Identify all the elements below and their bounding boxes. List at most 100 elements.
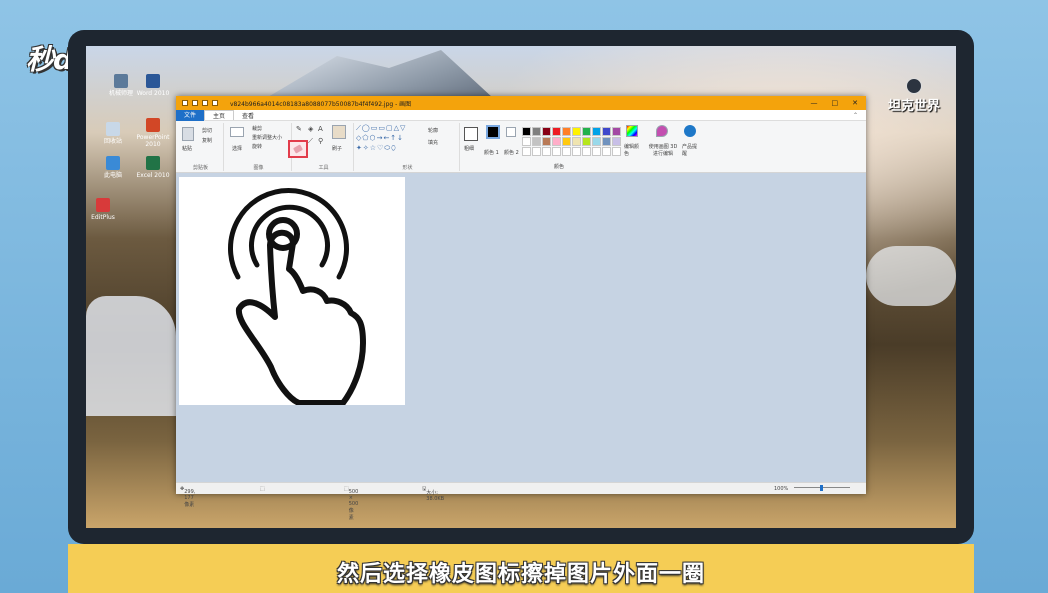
palette-swatch[interactable] [582, 127, 591, 136]
color1-swatch[interactable] [486, 125, 500, 139]
paint-window: v824b966a4014c08183a8088077b50087b4f4f49… [176, 96, 867, 521]
brushes-button[interactable]: 刷子 [332, 145, 342, 152]
color2-button[interactable]: 颜色 2 [504, 149, 519, 156]
menu-file[interactable]: 文件 [176, 109, 205, 121]
group-shapes: ⟋◯▭▭▢△▽ ◇⬠⬡→←↑↓ ✦✧☆♡⬭⬯ 轮廓 填充 形状 [356, 123, 460, 171]
shapes-gallery-row2[interactable]: ◇⬠⬡→←↑↓ [356, 134, 404, 142]
file-size: 🖫 大小: 38.0KB [422, 486, 445, 502]
paste-icon[interactable] [182, 127, 194, 141]
palette-swatch[interactable] [582, 137, 591, 146]
fill-button[interactable]: 填充 [428, 139, 438, 146]
editplus-icon [96, 198, 110, 212]
cut-button[interactable]: 剪切 [202, 127, 212, 134]
shapes-gallery-row3[interactable]: ✦✧☆♡⬭⬯ [356, 144, 397, 153]
minimize-button[interactable]: — [811, 99, 818, 107]
palette-swatch[interactable] [612, 127, 621, 136]
palette-swatch[interactable] [572, 127, 581, 136]
palette-swatch[interactable] [542, 147, 551, 156]
powerpoint-icon [146, 118, 160, 132]
palette-swatch[interactable] [522, 137, 531, 146]
color1-button[interactable]: 颜色 1 [484, 149, 499, 156]
paint3d-button[interactable]: 使用画图 3D 进行编辑 [646, 143, 680, 157]
fill-icon[interactable]: ◈ [308, 125, 313, 133]
paint3d-icon[interactable] [656, 125, 668, 137]
palette-swatch[interactable] [562, 137, 571, 146]
pencil-icon[interactable]: ✎ [296, 125, 302, 133]
palette-swatch[interactable] [562, 127, 571, 136]
palette-swatch[interactable] [572, 137, 581, 146]
close-button[interactable]: ✕ [852, 99, 858, 107]
palette-swatch[interactable] [612, 147, 621, 156]
palette-swatch[interactable] [562, 147, 571, 156]
cursor-position: ✥ 299, 177像素 [180, 486, 196, 508]
palette-swatch[interactable] [552, 127, 561, 136]
status-bar: ✥ 299, 177像素 ⬚ ⬚ 500 × 500像素 🖫 大小: 38.0K… [176, 482, 866, 521]
color-palette[interactable] [522, 127, 621, 156]
line-size-icon[interactable] [464, 127, 478, 141]
desktop-icon-editplus[interactable]: EditPlus [86, 198, 128, 221]
edit-colors-button[interactable]: 编辑颜色 [624, 143, 640, 157]
palette-swatch[interactable] [552, 147, 561, 156]
maximize-button[interactable]: □ [832, 99, 839, 107]
redo-icon[interactable] [212, 100, 218, 106]
palette-swatch[interactable] [592, 147, 601, 156]
paste-button[interactable]: 粘贴 [182, 145, 192, 152]
save-icon[interactable] [192, 100, 198, 106]
tab-view[interactable]: 查看 [234, 111, 262, 120]
rotate-button[interactable]: 旋转 [252, 143, 262, 150]
magnifier-icon[interactable]: ⚲ [318, 137, 323, 145]
palette-swatch[interactable] [532, 137, 541, 146]
desktop-icon-powerpoint[interactable]: PowerPoint 2010 [128, 118, 178, 148]
palette-swatch[interactable] [532, 127, 541, 136]
palette-swatch[interactable] [592, 137, 601, 146]
app-icon [114, 74, 128, 88]
palette-swatch[interactable] [612, 137, 621, 146]
palette-swatch[interactable] [592, 127, 601, 136]
desktop-icon-excel[interactable]: Excel 2010 [128, 156, 178, 179]
info-icon[interactable] [684, 125, 696, 137]
undo-icon[interactable] [202, 100, 208, 106]
zoom-slider[interactable] [794, 485, 850, 492]
select-button[interactable]: 选择 [232, 145, 242, 152]
ribbon-collapse-icon[interactable]: ⌃ [853, 112, 866, 119]
selection-size-icon: ⬚ [260, 486, 265, 492]
copy-button[interactable]: 复制 [202, 137, 212, 144]
brush-icon[interactable] [332, 125, 346, 139]
size-button[interactable]: 粗细 [464, 145, 474, 152]
desktop-icon-word[interactable]: Word 2010 [128, 74, 178, 97]
eraser-tool-icon[interactable] [288, 140, 308, 158]
palette-swatch[interactable] [552, 137, 561, 146]
palette-swatch[interactable] [582, 147, 591, 156]
palette-swatch[interactable] [602, 137, 611, 146]
shapes-gallery[interactable]: ⟋◯▭▭▢△▽ [356, 124, 406, 133]
edit-colors-icon[interactable] [626, 125, 638, 137]
recycle-bin-icon [106, 122, 120, 136]
select-icon[interactable] [230, 127, 244, 137]
excel-icon [146, 156, 160, 170]
outline-button[interactable]: 轮廓 [428, 127, 438, 134]
palette-swatch[interactable] [542, 137, 551, 146]
color2-swatch[interactable] [506, 127, 516, 137]
paint-app-icon [182, 100, 188, 106]
palette-swatch[interactable] [542, 127, 551, 136]
wallpaper-snow-right [866, 246, 956, 306]
zoom-level: 100% [774, 486, 789, 492]
text-icon[interactable]: A [318, 125, 323, 133]
palette-swatch[interactable] [602, 127, 611, 136]
crop-button[interactable]: 裁剪 [252, 125, 262, 132]
game-logo-icon [905, 78, 922, 94]
window-controls: — □ ✕ [811, 99, 867, 107]
drawing-canvas[interactable] [179, 177, 405, 406]
palette-swatch[interactable] [602, 147, 611, 156]
group-label-image: 图像 [253, 165, 264, 171]
palette-swatch[interactable] [572, 147, 581, 156]
palette-swatch[interactable] [522, 127, 531, 136]
product-alert-button[interactable]: 产品提醒 [682, 143, 698, 157]
zoom-slider-thumb[interactable] [820, 485, 823, 491]
resize-button[interactable]: 重新调整大小 [252, 134, 282, 141]
group-label-clipboard: 剪贴板 [192, 165, 208, 171]
tab-home[interactable]: 主页 [204, 110, 235, 120]
color-picker-icon[interactable]: ⟋ [308, 137, 313, 146]
palette-swatch[interactable] [532, 147, 541, 156]
palette-swatch[interactable] [522, 147, 531, 156]
